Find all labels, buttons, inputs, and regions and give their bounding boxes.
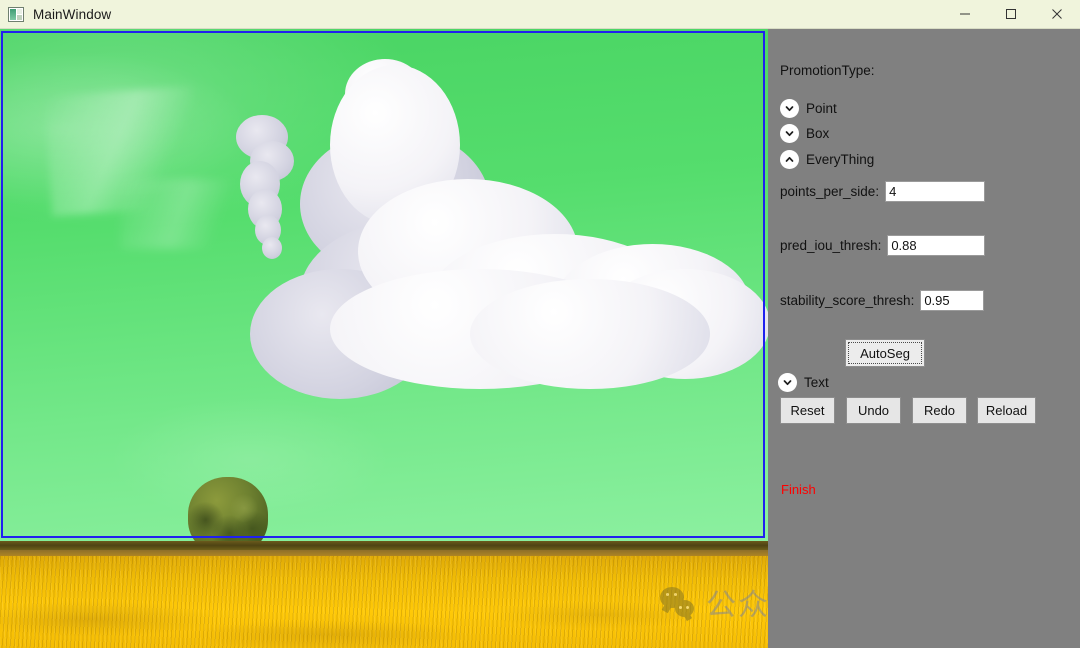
mode-option-label: Box: [806, 126, 830, 141]
mode-option-point[interactable]: Point: [780, 99, 837, 118]
main-window: MainWindow 公众号 PromotionType: Point Box …: [0, 0, 1080, 648]
chevron-down-icon: [780, 99, 799, 118]
chevron-up-icon: [780, 150, 799, 169]
control-panel: PromotionType: Point Box EveryThing poin…: [768, 29, 1080, 648]
cloud-bank-main: [0, 29, 768, 541]
stability-score-thresh-input[interactable]: 0.95: [920, 290, 985, 311]
reset-button[interactable]: Reset: [780, 397, 835, 424]
reload-button[interactable]: Reload: [977, 397, 1036, 424]
window-controls: [942, 0, 1080, 29]
chevron-down-icon: [778, 373, 797, 392]
mode-option-box[interactable]: Box: [780, 124, 829, 143]
promotion-type-label: PromotionType:: [780, 63, 875, 78]
image-canvas[interactable]: [0, 29, 768, 648]
autoseg-button-label: AutoSeg: [860, 345, 910, 361]
points-per-side-input[interactable]: 4: [885, 181, 986, 202]
maximize-icon[interactable]: [988, 0, 1034, 29]
stability-score-thresh-label: stability_score_thresh:: [780, 293, 915, 308]
mode-option-text[interactable]: Text: [778, 373, 829, 392]
autoseg-button[interactable]: AutoSeg: [845, 339, 925, 367]
app-icon: [8, 6, 24, 22]
points-per-side-row: points_per_side: 4: [780, 181, 986, 202]
pred-iou-thresh-label: pred_iou_thresh:: [780, 238, 882, 253]
pred-iou-thresh-row: pred_iou_thresh: 0.88: [780, 235, 986, 256]
mode-option-label: Point: [806, 101, 837, 116]
redo-button[interactable]: Redo: [912, 397, 967, 424]
field-shading: [0, 589, 768, 648]
mode-option-label: Text: [804, 375, 829, 390]
stability-score-thresh-row: stability_score_thresh: 0.95: [780, 290, 985, 311]
window-title: MainWindow: [33, 6, 112, 22]
status-message: Finish: [781, 482, 816, 497]
close-icon[interactable]: [1034, 0, 1080, 29]
mode-option-label: EveryThing: [806, 152, 875, 167]
undo-button[interactable]: Undo: [846, 397, 901, 424]
chevron-down-icon: [780, 124, 799, 143]
title-bar: MainWindow: [0, 0, 1080, 29]
minimize-icon[interactable]: [942, 0, 988, 29]
mode-option-everything[interactable]: EveryThing: [780, 150, 874, 169]
points-per-side-label: points_per_side:: [780, 184, 880, 199]
pred-iou-thresh-input[interactable]: 0.88: [887, 235, 986, 256]
